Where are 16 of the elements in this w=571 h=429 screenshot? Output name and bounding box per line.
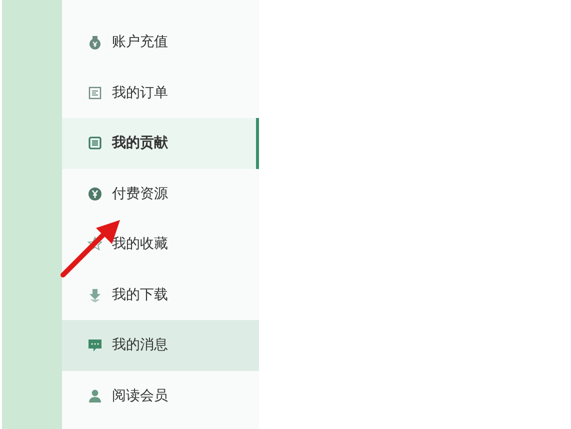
- menu-item[interactable]: 账户充值: [62, 17, 259, 68]
- star-icon: [87, 236, 103, 252]
- person-icon: [87, 388, 103, 404]
- menu-item[interactable]: 我的消息: [62, 320, 259, 370]
- document-icon: [87, 135, 103, 152]
- money-bag-icon: [87, 34, 103, 50]
- download-icon: [87, 286, 103, 303]
- order-list-icon: [87, 84, 103, 101]
- menu-item[interactable]: 我的订单: [62, 68, 259, 118]
- menu-item[interactable]: 付费资源: [62, 168, 259, 219]
- menu-item[interactable]: 我的贡献: [62, 118, 259, 168]
- yen-icon: [87, 186, 103, 202]
- menu-item[interactable]: 我的下载: [62, 270, 259, 320]
- menu-item[interactable]: 阅读会员: [62, 370, 259, 421]
- menu-item[interactable]: 我的收藏: [62, 219, 259, 270]
- message-icon: [87, 337, 103, 354]
